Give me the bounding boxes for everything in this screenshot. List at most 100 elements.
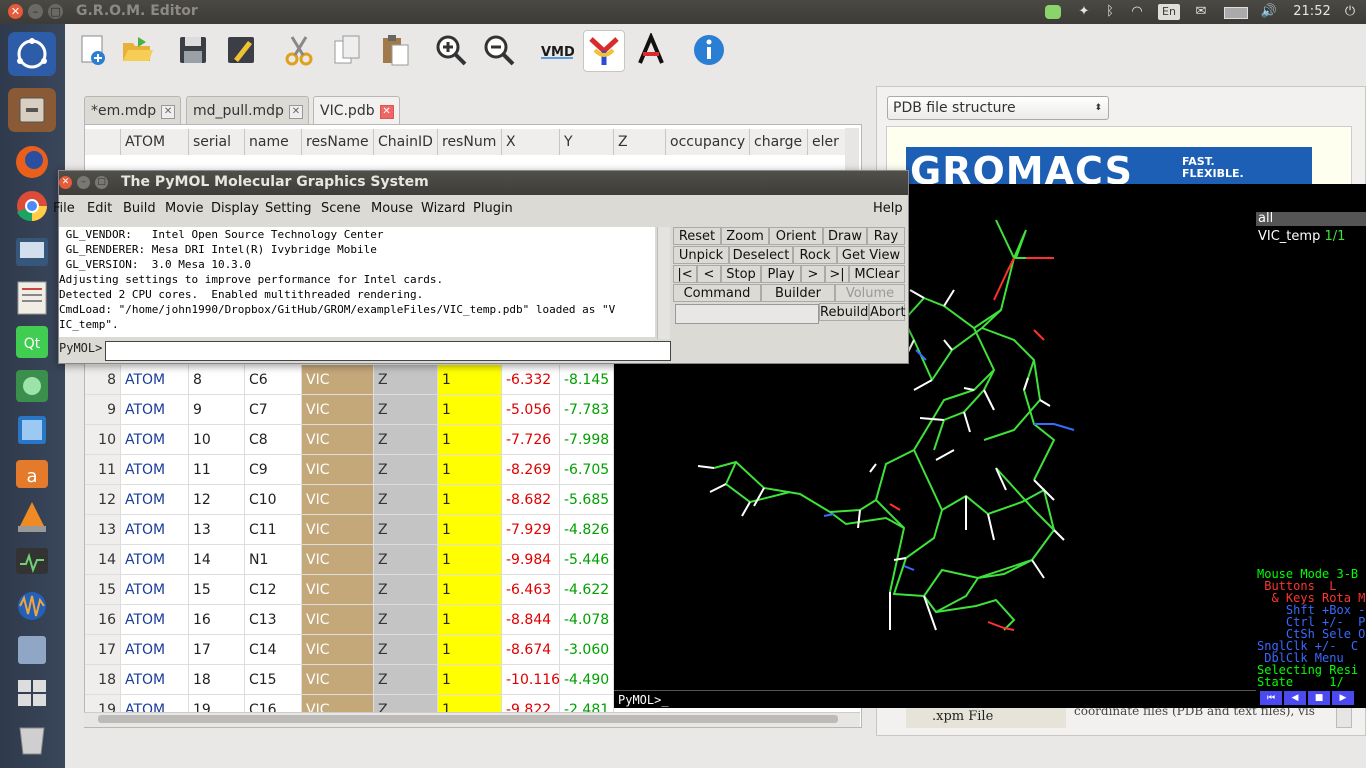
x-cell[interactable]: -6.463: [502, 575, 560, 605]
resname-cell[interactable]: VIC: [302, 425, 374, 455]
resnum-cell[interactable]: 1: [438, 395, 502, 425]
minimize-window-button[interactable]: –: [77, 176, 90, 189]
chrome-icon[interactable]: [8, 184, 56, 228]
chain-cell[interactable]: Z: [374, 635, 438, 665]
app-icon[interactable]: [8, 364, 56, 408]
audio-icon[interactable]: [8, 584, 56, 628]
atom-cell[interactable]: ATOM: [121, 605, 189, 635]
serial-cell[interactable]: 16: [189, 605, 245, 635]
atom-cell[interactable]: ATOM: [121, 485, 189, 515]
resname-cell[interactable]: VIC: [302, 365, 374, 395]
chain-cell[interactable]: Z: [374, 485, 438, 515]
vmd-button[interactable]: VMD: [537, 30, 577, 70]
resname-cell[interactable]: VIC: [302, 485, 374, 515]
serial-cell[interactable]: 11: [189, 455, 245, 485]
row-index[interactable]: 17: [85, 635, 121, 665]
atom-cell[interactable]: ATOM: [121, 455, 189, 485]
save-button[interactable]: [173, 30, 213, 70]
serial-cell[interactable]: 8: [189, 365, 245, 395]
row-index[interactable]: 13: [85, 515, 121, 545]
table-row[interactable]: 10 ATOM 10 C8 VIC Z 1 -7.726 -7.998: [85, 425, 614, 455]
x-cell[interactable]: -10.116: [502, 665, 560, 695]
serial-cell[interactable]: 18: [189, 665, 245, 695]
column-header[interactable]: serial: [189, 129, 245, 155]
rebuild-button[interactable]: Rebuild: [819, 303, 869, 321]
chain-cell[interactable]: Z: [374, 575, 438, 605]
new-file-button[interactable]: [73, 30, 113, 70]
menu-mouse[interactable]: Mouse: [371, 201, 413, 216]
tab-vic-pdb[interactable]: VIC.pdb ✕: [313, 96, 400, 125]
resnum-cell[interactable]: 1: [438, 515, 502, 545]
copy-button[interactable]: [327, 30, 367, 70]
table-row[interactable]: 11 ATOM 11 C9 VIC Z 1 -8.269 -6.705: [85, 455, 614, 485]
tab-md-pull-mdp[interactable]: md_pull.mdp ✕: [186, 96, 309, 125]
rewind-icon[interactable]: ⏮: [1260, 691, 1282, 705]
yasara-button[interactable]: [583, 30, 625, 72]
dropbox-icon[interactable]: ✦: [1072, 2, 1096, 22]
deselect-button[interactable]: Deselect: [729, 246, 793, 264]
column-header[interactable]: ChainID: [374, 129, 438, 155]
builder-button[interactable]: Builder: [761, 284, 835, 302]
atom-cell[interactable]: ATOM: [121, 425, 189, 455]
workspace-switcher-icon[interactable]: [8, 672, 56, 716]
stop-button[interactable]: Stop: [721, 265, 761, 283]
volume-button[interactable]: Volume: [835, 284, 905, 302]
open-file-button[interactable]: [117, 30, 157, 70]
mail-icon[interactable]: ✉: [1188, 2, 1214, 22]
resname-cell[interactable]: VIC: [302, 605, 374, 635]
chain-cell[interactable]: Z: [374, 515, 438, 545]
row-index[interactable]: 16: [85, 605, 121, 635]
name-cell[interactable]: C10: [245, 485, 302, 515]
x-cell[interactable]: -8.674: [502, 635, 560, 665]
x-cell[interactable]: -8.269: [502, 455, 560, 485]
column-header[interactable]: Z: [614, 129, 666, 155]
y-cell[interactable]: -8.145: [560, 365, 614, 395]
volume-icon[interactable]: 🔊: [1258, 2, 1280, 22]
resnum-cell[interactable]: 1: [438, 545, 502, 575]
app-icon[interactable]: [8, 408, 56, 452]
chain-cell[interactable]: Z: [374, 365, 438, 395]
atom-cell[interactable]: ATOM: [121, 365, 189, 395]
atom-cell[interactable]: ATOM: [121, 545, 189, 575]
name-cell[interactable]: C13: [245, 605, 302, 635]
clock[interactable]: 21:52: [1290, 2, 1334, 22]
resnum-cell[interactable]: 1: [438, 605, 502, 635]
atom-cell[interactable]: ATOM: [121, 665, 189, 695]
maximize-window-button[interactable]: □: [48, 4, 63, 19]
next-frame-button[interactable]: >: [801, 265, 825, 283]
column-header[interactable]: occupancy: [666, 129, 750, 155]
log-scrollbar[interactable]: [657, 227, 670, 339]
edit-button[interactable]: [221, 30, 261, 70]
y-cell[interactable]: -4.078: [560, 605, 614, 635]
info-button[interactable]: [689, 30, 729, 70]
qt-creator-icon[interactable]: Qt: [8, 320, 56, 364]
ray-button[interactable]: Ray: [867, 227, 905, 245]
resnum-cell[interactable]: 1: [438, 665, 502, 695]
resnum-cell[interactable]: 1: [438, 455, 502, 485]
resname-cell[interactable]: VIC: [302, 665, 374, 695]
reset-button[interactable]: Reset: [673, 227, 721, 245]
column-header[interactable]: name: [245, 129, 302, 155]
menu-edit[interactable]: Edit: [87, 201, 112, 216]
table-row[interactable]: 13 ATOM 13 C11 VIC Z 1 -7.929 -4.826: [85, 515, 614, 545]
x-cell[interactable]: -8.682: [502, 485, 560, 515]
pymol-command-input[interactable]: [105, 341, 671, 361]
minimize-window-button[interactable]: –: [28, 4, 43, 19]
zoom-button[interactable]: Zoom: [721, 227, 769, 245]
row-index[interactable]: 9: [85, 395, 121, 425]
menu-display[interactable]: Display: [211, 201, 259, 216]
menu-build[interactable]: Build: [123, 201, 156, 216]
x-cell[interactable]: -7.726: [502, 425, 560, 455]
menu-setting[interactable]: Setting: [265, 201, 312, 216]
software-center-icon[interactable]: a: [8, 452, 56, 496]
table-row[interactable]: 15 ATOM 15 C12 VIC Z 1 -6.463 -4.622: [85, 575, 614, 605]
serial-cell[interactable]: 17: [189, 635, 245, 665]
resname-cell[interactable]: VIC: [302, 395, 374, 425]
chain-cell[interactable]: Z: [374, 605, 438, 635]
x-cell[interactable]: -5.056: [502, 395, 560, 425]
chain-cell[interactable]: Z: [374, 455, 438, 485]
app-icon[interactable]: [8, 628, 56, 672]
column-header[interactable]: ATOM: [121, 129, 189, 155]
name-cell[interactable]: C14: [245, 635, 302, 665]
resnum-cell[interactable]: 1: [438, 635, 502, 665]
